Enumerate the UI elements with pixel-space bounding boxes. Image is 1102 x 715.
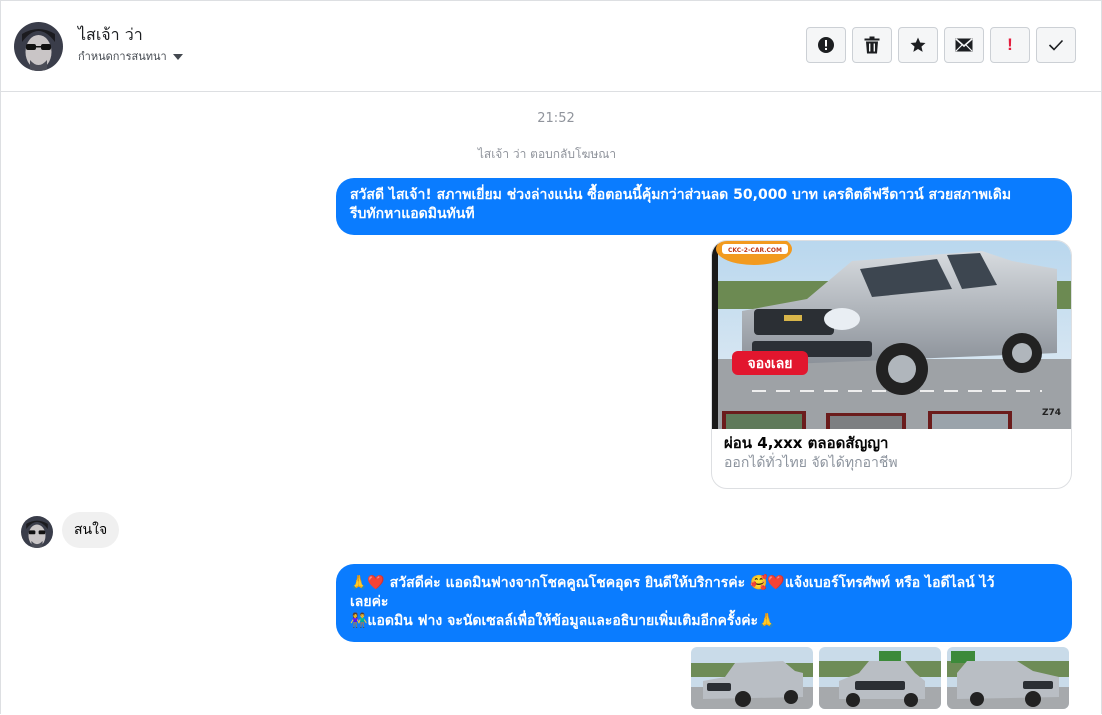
ad-card-subtitle: ออกได้ทั่วไทย จัดได้ทุกอาชีพ (724, 455, 898, 471)
trash-icon (864, 36, 880, 54)
message-line: รีบทักหาแอดมินทันที (350, 206, 475, 222)
contact-avatar[interactable] (14, 22, 63, 71)
car-photo-3[interactable] (947, 647, 1069, 709)
photo-attachments (691, 647, 1069, 709)
message-line: 👫แอดมิน ฟาง จะนัดเซลล์เพื่อให้ข้อมูลและอ… (350, 613, 776, 629)
reserve-sticker: จองเลย (747, 356, 792, 372)
incoming-message[interactable]: สนใจ (62, 512, 120, 548)
delete-button[interactable] (852, 27, 892, 63)
star-icon (910, 37, 926, 52)
ad-reply-notice: ไสเจ้า ว่า ตอบกลับโฆษณา (477, 147, 617, 161)
contact-name[interactable]: ไสเจ้า ว่า (78, 23, 143, 48)
done-button[interactable] (1036, 27, 1076, 63)
mark-unread-button[interactable] (944, 27, 984, 63)
car-tag: Z74 (1042, 408, 1061, 418)
message-timestamp: 21:52 (537, 111, 575, 126)
exclamation-icon: ! (1007, 35, 1013, 54)
important-button[interactable]: ! (990, 27, 1030, 63)
message-line: 🙏❤️ สวัสดีค่ะ แอดมินฟางจากโชคคูณโชคอุดร … (350, 575, 995, 591)
outgoing-message[interactable]: 🙏❤️ สวัสดีค่ะ แอดมินฟางจากโชคคูณโชคอุดร … (336, 564, 1072, 642)
outgoing-message[interactable]: สวัสดี ไสเจ้า! สภาพเยี่ยม ช่วงล่างแน่น ซ… (336, 178, 1072, 235)
ad-card[interactable]: CKC-2-CAR.COM จองเลย Z74 ผ่อน 4,xxx ตลอด… (711, 240, 1072, 489)
car-photo-1[interactable] (691, 647, 813, 709)
message-line: สวัสดี ไสเจ้า! สภาพเยี่ยม ช่วงล่างแน่น ซ… (350, 187, 1012, 203)
conversation-actions: ! (806, 27, 1076, 63)
inbox-conversation-panel: ไสเจ้า ว่า กำหนดการสนทนา ! 21:52 ไสเจ้า … (0, 0, 1102, 714)
ad-card-image[interactable]: CKC-2-CAR.COM จองเลย Z74 (712, 241, 1071, 429)
contact-avatar-small[interactable] (21, 516, 53, 548)
caret-down-icon (172, 53, 183, 60)
envelope-icon (955, 38, 973, 52)
brand-badge: CKC-2-CAR.COM (728, 247, 782, 254)
alert-circle-icon (818, 37, 834, 53)
report-button[interactable] (806, 27, 846, 63)
car-photo-2[interactable] (819, 647, 941, 709)
star-button[interactable] (898, 27, 938, 63)
conversation-header: ไสเจ้า ว่า กำหนดการสนทนา ! (1, 1, 1101, 92)
message-line: เลยค่ะ (350, 594, 389, 610)
assign-conversation-dropdown[interactable]: กำหนดการสนทนา (78, 47, 183, 65)
check-icon (1048, 39, 1064, 51)
assign-label: กำหนดการสนทนา (78, 50, 167, 63)
